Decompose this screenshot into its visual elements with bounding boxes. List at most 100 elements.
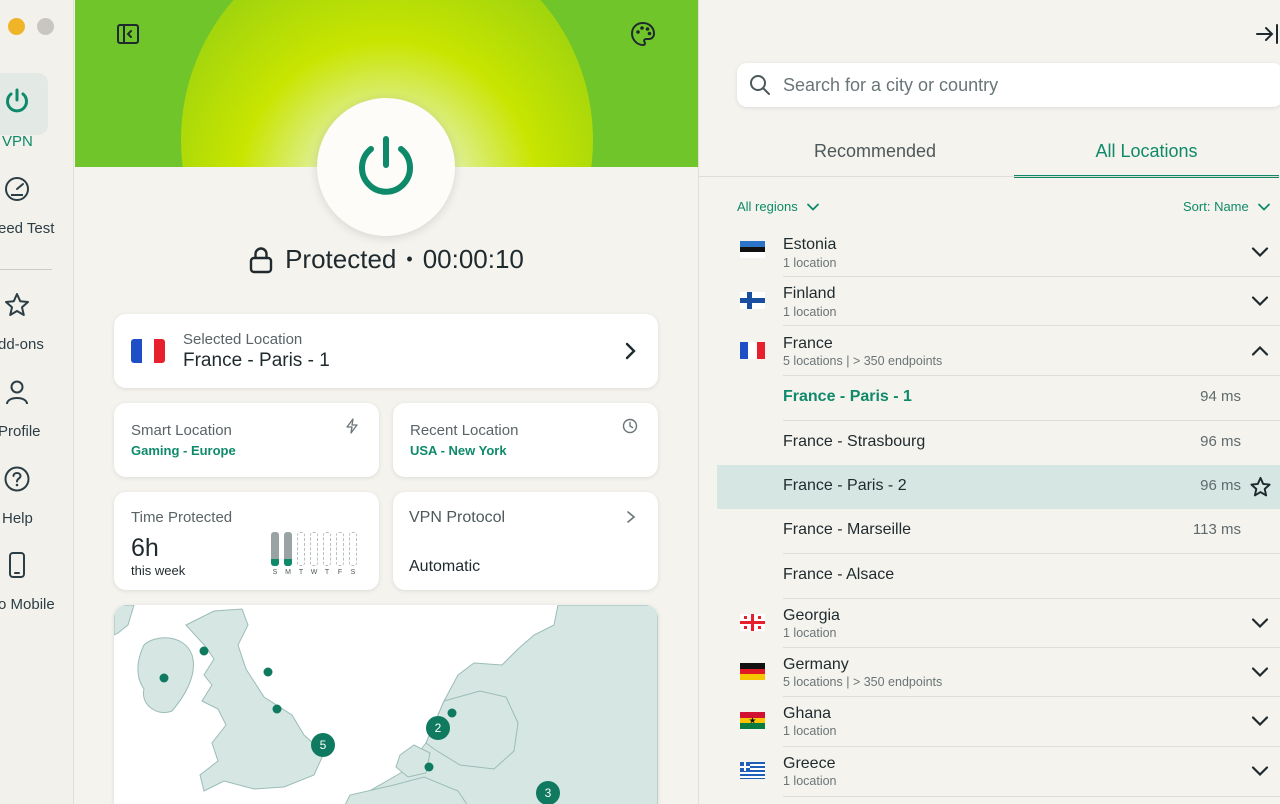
country-row-germany[interactable]: Germany 5 locations | > 350 endpoints — [699, 648, 1280, 697]
country-sub: 1 location — [783, 724, 837, 738]
clock-icon — [622, 418, 638, 434]
vpn-protocol-card[interactable]: VPN Protocol Automatic — [393, 492, 658, 590]
chevron-down-icon — [1251, 766, 1269, 777]
day-bar — [284, 532, 292, 566]
vpn-protocol-label: VPN Protocol — [409, 509, 506, 526]
palette-icon[interactable] — [623, 14, 663, 54]
country-name: Ghana — [783, 705, 832, 722]
chevron-down-icon — [806, 203, 819, 211]
help-icon — [3, 465, 31, 498]
day-label: S — [350, 569, 356, 576]
sidebar-item-profile[interactable]: Profile — [0, 423, 41, 440]
mobile-icon — [3, 551, 31, 584]
chevron-up-icon — [1251, 345, 1269, 356]
day-bar — [310, 532, 318, 566]
map-cluster-marker[interactable]: 2 — [426, 716, 450, 740]
sidebar-item-speed-test[interactable]: eed Test — [0, 220, 54, 237]
day-bar — [297, 532, 305, 566]
chevron-down-icon — [1251, 247, 1269, 258]
separator-dot: • — [406, 249, 413, 269]
latency: 113 ms — [1192, 521, 1241, 538]
country-name: Greece — [783, 755, 836, 772]
sidebar-item-help[interactable]: Help — [2, 510, 33, 527]
selected-location-card[interactable]: Selected Location France - Paris - 1 — [114, 314, 658, 388]
recent-location-value: USA - New York — [410, 443, 507, 458]
country-row-estonia[interactable]: Estonia 1 location — [699, 227, 1280, 276]
window-minimize-button[interactable] — [8, 18, 25, 35]
recent-location-card[interactable]: Recent Location USA - New York — [393, 403, 658, 477]
estonia-flag-icon — [740, 241, 765, 259]
france-flag-icon — [740, 342, 765, 359]
time-protected-card: Time Protected 6h this week SMTWTFS — [114, 492, 379, 590]
search-icon — [750, 75, 770, 95]
map-cluster-marker[interactable]: 3 — [536, 781, 560, 804]
map-cluster-marker[interactable]: 5 — [311, 733, 335, 757]
day-label: T — [298, 569, 304, 576]
server-map[interactable]: 5 2 3 — [114, 605, 658, 804]
country-row-ghana[interactable]: Ghana 1 location — [699, 697, 1280, 746]
day-label: T — [324, 569, 330, 576]
favorite-star-icon[interactable] — [1249, 476, 1272, 498]
connect-power-button[interactable] — [317, 98, 455, 236]
chevron-right-icon — [625, 342, 636, 360]
location-row-strasbourg[interactable]: France - Strasbourg 96 ms — [699, 421, 1280, 465]
main-panel: Protected • 00:00:10 Selected Location F… — [75, 0, 698, 804]
day-bar — [323, 532, 331, 566]
selected-location-value: France - Paris - 1 — [183, 350, 330, 371]
region-filter-dropdown[interactable]: All regions — [737, 199, 820, 214]
sidebar-item-add-ons[interactable]: dd-ons — [0, 336, 44, 353]
country-name: Germany — [783, 656, 849, 673]
tab-recommended[interactable]: Recommended — [739, 138, 1011, 178]
germany-flag-icon — [740, 663, 765, 681]
sidebar-divider — [0, 269, 52, 270]
sort-label: Sort: Name — [1183, 199, 1249, 214]
speedometer-icon — [3, 175, 31, 208]
sidebar: VPN eed Test dd-ons Profile Help o Mobil… — [0, 0, 74, 804]
row-divider — [783, 796, 1280, 797]
chevron-down-icon — [1257, 203, 1270, 211]
finland-flag-icon — [740, 292, 765, 309]
country-row-greece[interactable]: Greece 1 location — [699, 747, 1280, 796]
day-label: S — [272, 569, 278, 576]
day-label: W — [310, 569, 318, 576]
time-protected-sub: this week — [131, 563, 186, 578]
search-input[interactable] — [783, 74, 1263, 96]
country-row-france[interactable]: France 5 locations | > 350 endpoints — [699, 326, 1280, 375]
latency: 96 ms — [1200, 433, 1241, 450]
location-name: France - Paris - 1 — [783, 388, 912, 405]
chevron-down-icon — [1251, 716, 1269, 727]
tabs-divider — [699, 176, 1280, 177]
country-name: Estonia — [783, 236, 837, 253]
window-zoom-button[interactable] — [37, 18, 54, 35]
country-sub: 1 location — [783, 256, 837, 270]
day-bar — [336, 532, 344, 566]
location-row-paris-1[interactable]: France - Paris - 1 94 ms — [699, 376, 1280, 420]
country-row-georgia[interactable]: Georgia 1 location — [699, 599, 1280, 648]
tab-all-locations[interactable]: All Locations — [1014, 138, 1279, 178]
country-sub: 1 location — [783, 774, 837, 788]
vpn-protocol-value: Automatic — [409, 558, 481, 575]
week-bar-chart: SMTWTFS — [271, 532, 363, 580]
close-panel-icon[interactable] — [1255, 23, 1279, 45]
search-bar — [737, 63, 1280, 107]
smart-location-card[interactable]: Smart Location Gaming - Europe — [114, 403, 379, 477]
star-icon — [3, 291, 31, 324]
georgia-flag-icon — [740, 614, 765, 631]
location-name: France - Alsace — [783, 566, 895, 583]
location-row-alsace[interactable]: France - Alsace — [699, 554, 1280, 598]
country-row-finland[interactable]: Finland 1 location — [699, 277, 1280, 326]
smart-location-value: Gaming - Europe — [131, 443, 236, 458]
europe-map — [114, 605, 658, 804]
sidebar-item-mobile[interactable]: o Mobile — [0, 596, 55, 613]
latency: 96 ms — [1200, 477, 1241, 494]
collapse-sidebar-icon[interactable] — [108, 14, 148, 54]
chevron-right-icon — [627, 511, 636, 523]
country-sub: 5 locations | > 350 endpoints — [783, 354, 943, 368]
time-protected-label: Time Protected — [131, 509, 233, 526]
location-row-paris-2[interactable]: France - Paris - 2 96 ms — [717, 465, 1280, 509]
lock-icon — [249, 246, 273, 273]
sort-dropdown[interactable]: Sort: Name — [1183, 199, 1271, 214]
country-sub: 1 location — [783, 626, 837, 640]
location-row-marseille[interactable]: France - Marseille 113 ms — [699, 509, 1280, 553]
smart-location-label: Smart Location — [131, 422, 232, 439]
